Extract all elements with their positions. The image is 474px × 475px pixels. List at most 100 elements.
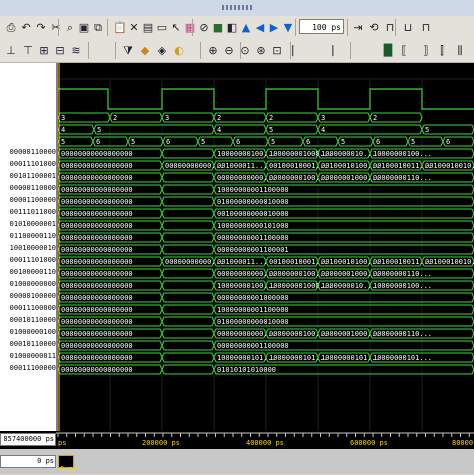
- cursor-time-label: 0 ps: [0, 455, 56, 468]
- bus-value: 00000000110...: [373, 270, 432, 278]
- run-length-field[interactable]: 100 ps: [299, 19, 344, 34]
- undo-icon[interactable]: ↶: [18, 19, 34, 35]
- snap-icon[interactable]: ⫿: [434, 42, 450, 58]
- bus-value: 00100010010...: [425, 162, 474, 170]
- bus-value: 6: [236, 138, 240, 146]
- signal-name[interactable]: 00111011000: [0, 207, 56, 218]
- cursor-strip: [58, 63, 474, 79]
- bus-value: 6: [166, 138, 170, 146]
- wave-type-icon[interactable]: ≋: [68, 42, 84, 58]
- bus-segment: [161, 208, 215, 219]
- expand-icon[interactable]: ⟦: [396, 42, 412, 58]
- signal-name[interactable]: 01000000100: [0, 327, 56, 338]
- bus-value: 4: [217, 126, 221, 134]
- signal-name[interactable]: 00011101000: [0, 159, 56, 170]
- waveform-canvas[interactable]: 3 2 3 2 2 3 2 4 5 4 5 4 5 5 6 5 6 5 6 5 6 5 6 5 6 000000000000000…: [58, 63, 474, 431]
- cursor-c-icon[interactable]: █: [380, 42, 396, 58]
- wave-c-icon[interactable]: ⊓: [418, 19, 434, 35]
- bus-segment: [161, 244, 215, 255]
- bus-value: 00000000110...: [373, 330, 432, 338]
- bus-value: 5: [269, 126, 273, 134]
- toolbar-separator: [88, 42, 89, 59]
- bus-value: 00000000000000000: [61, 330, 133, 338]
- signal-name[interactable]: 00010110000: [0, 315, 56, 326]
- bus-value: 6: [376, 138, 380, 146]
- collapse-icon[interactable]: ⟧: [418, 42, 434, 58]
- insert-wave-icon[interactable]: ⊥: [3, 42, 19, 58]
- restart-icon[interactable]: ⟲: [366, 19, 382, 35]
- zoom-mark-icon[interactable]: ⊡: [269, 42, 285, 58]
- lock-icon[interactable]: ⫼: [452, 42, 468, 58]
- bus-value: 01000000000010000: [217, 318, 289, 326]
- marker-icon[interactable]: ◐: [171, 42, 187, 58]
- bus-value: 2: [217, 114, 221, 122]
- ruler-label: 80000: [452, 439, 473, 447]
- signal-name[interactable]: 01100000110: [0, 231, 56, 242]
- signal-name[interactable]: 00101100001: [0, 171, 56, 182]
- cursor-value-box[interactable]: 0 ps: [58, 455, 77, 473]
- bus-value: 3: [61, 114, 65, 122]
- bus-value: 10000000001100000: [217, 186, 289, 194]
- signal-name[interactable]: 01010000001: [0, 219, 56, 230]
- waveform-panel[interactable]: 3 2 3 2 2 3 2 4 5 4 5 4 5 5 6 5 6 5 6 5 6 5 6 5 6 000000000000000…: [58, 63, 474, 431]
- signal-name[interactable]: [0, 111, 56, 122]
- signal-name[interactable]: 10010000010: [0, 243, 56, 254]
- toolbar-separator: [192, 19, 193, 36]
- signal-name[interactable]: 00000100000: [0, 291, 56, 302]
- signal-name[interactable]: 00011101000: [0, 255, 56, 266]
- toolbar-wave: ⊥ ⊤ ⊞ ⊟ ≋ ⧩ ◆ ◈ ◐ ⊕ ⊖ ⊙ ⊛ ⊡ ⎸ ⎹ █ ⟦ ⟧ ⫿ ⫼: [0, 39, 474, 63]
- signal-name[interactable]: 00000110000: [0, 183, 56, 194]
- print-icon[interactable]: ⎙: [3, 19, 19, 35]
- ruler-label: ps: [58, 439, 66, 447]
- zoom-cursor-icon[interactable]: ⊛: [253, 42, 269, 58]
- insert-divider-icon[interactable]: ⊤: [20, 42, 36, 58]
- bus-value: 00000000000000000: [61, 306, 133, 314]
- remove-icon[interactable]: ⊟: [52, 42, 68, 58]
- bus-value: 5: [131, 138, 135, 146]
- bus-value: 3: [165, 114, 169, 122]
- cursor-b-icon[interactable]: ⎹: [320, 42, 336, 58]
- zoom-in-icon[interactable]: ⊕: [205, 42, 221, 58]
- bus-value: 00000000000000000: [61, 354, 133, 362]
- signal-name[interactable]: [0, 63, 56, 74]
- zoom-out-icon[interactable]: ⊖: [221, 42, 237, 58]
- drag-grip[interactable]: [222, 5, 252, 10]
- bus-value: 00000000000000000: [61, 366, 133, 374]
- timeline-ruler[interactable]: ps 200000 ps 400000 ps 600000 ps 80000: [56, 431, 474, 449]
- bus-segment: [161, 340, 215, 351]
- bus-value: 01000000000010000: [217, 198, 289, 206]
- signal-name[interactable]: 00000110000: [0, 147, 56, 158]
- down-icon[interactable]: ▼: [280, 19, 296, 35]
- bus-segment: [161, 268, 215, 279]
- filter-icon[interactable]: ⧩: [120, 42, 136, 58]
- color-icon[interactable]: ◆: [137, 42, 153, 58]
- step-icon[interactable]: ⇥: [350, 19, 366, 35]
- ruler-label: 400000 ps: [246, 439, 284, 447]
- copy-icon[interactable]: ⧉: [90, 19, 106, 35]
- bus-segment: [161, 352, 215, 363]
- bus-value: 10000000100...: [373, 282, 432, 290]
- bus-value: 2: [269, 114, 273, 122]
- signal-name[interactable]: 00001100000: [0, 195, 56, 206]
- redo-icon[interactable]: ↷: [33, 19, 49, 35]
- cursor-a-icon[interactable]: ⎸: [290, 42, 306, 58]
- signal-name[interactable]: [0, 133, 56, 144]
- bus-segment: [161, 184, 215, 195]
- bus-value: 00000000000000000: [61, 282, 133, 290]
- signal-name[interactable]: 01000000011: [0, 351, 56, 362]
- bus-segment: [421, 124, 474, 135]
- cursor-value: 0 ps: [60, 465, 77, 473]
- bus-segment: [265, 112, 319, 123]
- signal-name[interactable]: 00011100000: [0, 363, 56, 374]
- find-signal-icon[interactable]: ◈: [154, 42, 170, 58]
- signal-name[interactable]: 00100000110: [0, 267, 56, 278]
- signal-name[interactable]: [0, 83, 56, 94]
- signal-name[interactable]: 01000000000: [0, 279, 56, 290]
- toolbar-separator: [107, 19, 108, 36]
- bus-value: 00000000001100001: [217, 246, 289, 254]
- bus-value: 01010101010000: [217, 366, 276, 374]
- wave-b-icon[interactable]: ⊔: [400, 19, 416, 35]
- insert-group-icon[interactable]: ⊞: [36, 42, 52, 58]
- signal-name[interactable]: 00010110000: [0, 339, 56, 350]
- signal-name[interactable]: 00011100000: [0, 303, 56, 314]
